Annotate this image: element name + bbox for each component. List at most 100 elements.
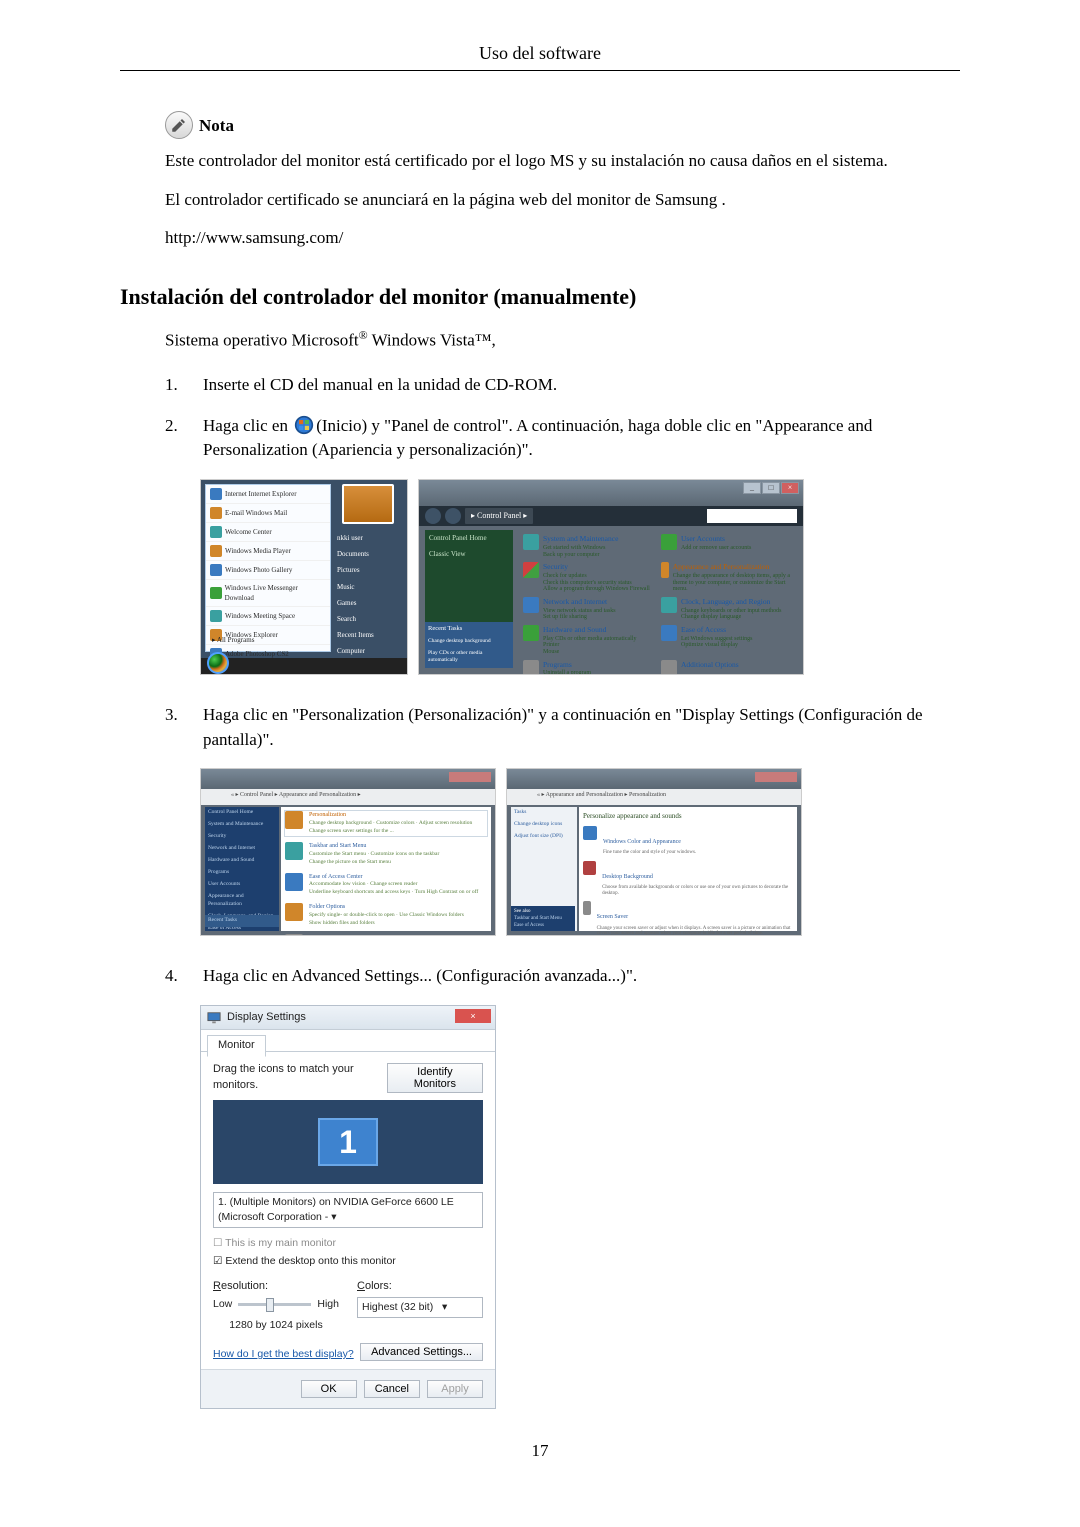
tab-monitor[interactable]: Monitor [207,1035,266,1057]
welcome-icon [210,526,222,538]
control-panel-item: Ease of AccessLet Windows suggest settin… [661,625,793,656]
ie-icon [210,488,222,500]
category-icon [285,934,303,937]
colors-label: Colors: [357,1279,483,1295]
advanced-settings-button[interactable]: Advanced Settings... [360,1343,483,1361]
drag-monitors-text: Drag the icons to match your monitors. [213,1062,387,1094]
breadcrumb: « ▸ Appearance and Personalization ▸ Per… [507,789,801,805]
control-panel-item: Additional Options [661,660,793,676]
ok-button[interactable]: OK [301,1380,357,1398]
item-icon [583,826,597,840]
step-4: 4. Haga clic en Advanced Settings... (Co… [165,964,960,989]
figure-step-4: Display Settings × Monitor Drag the icon… [200,1005,960,1409]
appearance-item: Taskbar and Start MenuCustomize the Star… [285,842,487,867]
monitor-preview[interactable]: 1 [213,1100,483,1184]
personalization-screenshot: « ▸ Appearance and Personalization ▸ Per… [506,768,802,936]
monitor-icon [207,1011,221,1025]
display-settings-dialog: Display Settings × Monitor Drag the icon… [200,1005,496,1409]
color-depth-select[interactable]: Highest (32 bit) ▾ [357,1297,483,1318]
dialog-title: Display Settings [227,1010,306,1026]
category-icon [661,534,677,550]
search-input [707,509,797,523]
appearance-personalization-screenshot: « ▸ Control Panel ▸ Appearance and Perso… [200,768,496,936]
step-number: 4. [165,964,183,989]
note-label: Nota [199,114,234,139]
category-icon [661,562,669,578]
item-icon [583,901,591,915]
category-icon [523,534,539,550]
appearance-item: Folder OptionsSpecify single- or double-… [285,903,487,928]
figure-step-2: Internet Internet Explorer E-mail Window… [200,479,960,675]
cancel-button[interactable]: Cancel [364,1380,420,1398]
category-icon [285,811,303,829]
main-monitor-checkbox: ☐ This is my main monitor [213,1236,483,1251]
resolution-value: 1280 by 1024 pixels [213,1318,339,1333]
category-icon [285,903,303,921]
pencil-icon [165,111,193,139]
category-icon [523,562,539,578]
step-text: Inserte el CD del manual en la unidad de… [203,373,960,398]
item-icon [583,861,596,875]
breadcrumb: « ▸ Control Panel ▸ Appearance and Perso… [201,789,495,805]
control-panel-item: Network and InternetView network status … [523,597,655,621]
note-block: Nota Este controlador del monitor está c… [165,111,960,251]
step-number: 1. [165,373,183,398]
appearance-item: Ease of Access CenterAccommodate low vis… [285,873,487,898]
os-line: Sistema operativo Microsoft® Windows Vis… [165,327,960,353]
control-panel-item: SecurityCheck for updatesCheck this comp… [523,562,655,593]
control-panel-item: Clock, Language, and RegionChange keyboa… [661,597,793,621]
control-panel-item: System and MaintenanceGet started with W… [523,534,655,558]
start-menu-screenshot: Internet Internet Explorer E-mail Window… [200,479,408,675]
category-icon [661,660,677,676]
category-icon [285,873,303,891]
category-icon [661,597,677,613]
control-panel-screenshot: _□× ▸ Control Panel ▸ Control Panel Home… [418,479,804,675]
close-icon[interactable]: × [455,1009,491,1023]
apply-button[interactable]: Apply [427,1380,483,1398]
breadcrumb: ▸ Control Panel ▸ [465,508,533,524]
control-panel-item: Hardware and SoundPlay CDs or other medi… [523,625,655,656]
note-paragraph-1: Este controlador del monitor está certif… [165,149,960,174]
page-number: 17 [120,1439,960,1464]
monitor-select[interactable]: 1. (Multiple Monitors) on NVIDIA GeForce… [213,1192,483,1228]
step-text: Haga clic en Advanced Settings... (Confi… [203,964,960,989]
monitor-1-box: 1 [318,1118,378,1166]
personalization-item: Desktop BackgroundChoose from available … [583,861,793,897]
category-icon [523,597,539,613]
note-paragraph-2: El controlador certificado se anunciará … [165,188,960,213]
messenger-icon [210,587,222,599]
step-text: Haga clic en (Inicio) y "Panel de contro… [203,414,960,463]
header-rule [120,70,960,71]
step-number: 3. [165,703,183,728]
extend-desktop-checkbox: ☑ Extend the desktop onto this monitor [213,1254,483,1269]
maximize-icon: □ [762,482,780,494]
category-icon [523,660,539,676]
control-panel-item: ProgramsUninstall a programChange startu… [523,660,655,676]
appearance-item: PersonalizationChange desktop background… [285,811,487,836]
resolution-slider[interactable]: Low High [213,1297,339,1312]
start-orb-icon [207,652,229,674]
control-panel-item: Appearance and PersonalizationChange the… [661,562,793,593]
wmp-icon [210,545,222,557]
back-icon [425,508,441,524]
identify-monitors-button[interactable]: Identify Monitors [387,1063,483,1093]
user-avatar [342,484,394,524]
step-1: 1. Inserte el CD del manual en la unidad… [165,373,960,398]
resolution-label: Resolution: [213,1279,339,1295]
help-link[interactable]: How do I get the best display? [213,1347,354,1362]
step-3: 3. Haga clic en "Personalization (Person… [165,703,960,752]
meeting-icon [210,610,222,622]
category-icon [285,842,303,860]
personalization-item: Windows Color and AppearanceFine tune th… [583,826,793,856]
forward-icon [445,508,461,524]
step-2: 2. Haga clic en (Inicio) y "Panel de con… [165,414,960,463]
category-icon [661,625,677,641]
control-panel-item: User AccountsAdd or remove user accounts [661,534,793,558]
header-chapter-title: Uso del software [120,40,960,66]
figure-step-3: « ▸ Control Panel ▸ Appearance and Perso… [200,768,960,936]
appearance-item: FontsInstall or remove a font [285,934,487,937]
category-icon [523,625,539,641]
minimize-icon: _ [743,482,761,494]
mail-icon [210,507,222,519]
note-url: http://www.samsung.com/ [165,226,960,251]
